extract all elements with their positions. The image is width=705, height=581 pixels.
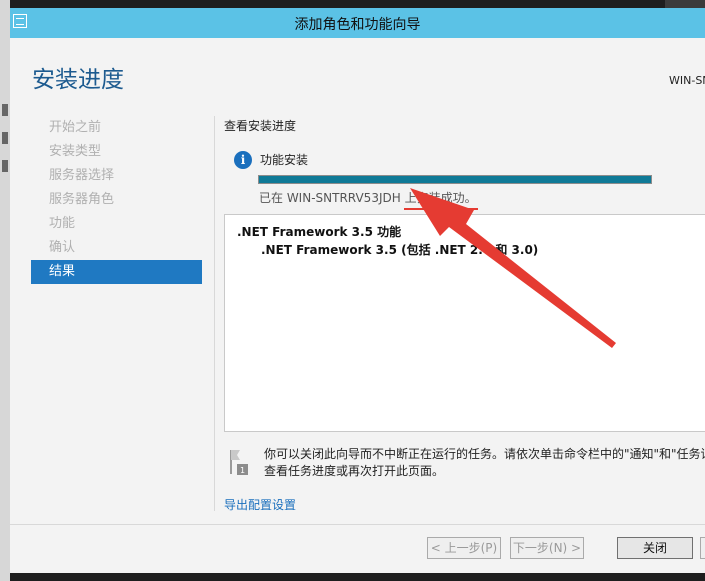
close-wizard-note: 你可以关闭此向导而不中断正在运行的任务。请依次单击命令栏中的"通知"和"任务详 … <box>264 446 705 480</box>
page-title: 安装进度 <box>32 67 124 93</box>
result-feature-group: .NET Framework 3.5 功能 <box>237 225 402 239</box>
svg-text:1: 1 <box>240 466 245 475</box>
wizard-steps-nav: 开始之前 安装类型 服务器选择 服务器角色 功能 确认 结果 <box>31 116 202 284</box>
next-button[interactable]: 下一步(N) > <box>510 537 584 559</box>
feature-installation-label: 功能安装 <box>260 153 309 167</box>
cancel-button-partial[interactable] <box>700 537 705 559</box>
nav-item-installation-type[interactable]: 安装类型 <box>31 140 202 164</box>
nav-item-confirmation[interactable]: 确认 <box>31 236 202 260</box>
desktop-background-left <box>0 0 10 581</box>
window-title: 添加角色和功能向导 <box>294 17 421 33</box>
nav-divider <box>214 116 215 511</box>
section-title: 查看安装进度 <box>224 119 297 133</box>
info-icon: i <box>234 151 252 169</box>
note-line-2: 查看任务进度或再次打开此页面。 <box>264 464 445 478</box>
desktop-icon-fragment <box>2 104 8 116</box>
desktop-icon-fragment <box>2 160 8 172</box>
installation-progress-bar <box>258 175 652 184</box>
result-feature-item: .NET Framework 3.5 (包括 .NET 2.0 和 3.0) <box>261 243 539 257</box>
notification-flag-icon: 1 <box>230 450 248 475</box>
nav-item-server-selection[interactable]: 服务器选择 <box>31 164 202 188</box>
nav-item-server-roles[interactable]: 服务器角色 <box>31 188 202 212</box>
desktop-icon-fragment <box>2 132 8 144</box>
note-line-1: 你可以关闭此向导而不中断正在运行的任务。请依次单击命令栏中的"通知"和"任务详 <box>264 447 705 461</box>
nav-item-results[interactable]: 结果 <box>31 260 202 284</box>
progress-fill <box>259 176 651 183</box>
nav-item-before-you-begin[interactable]: 开始之前 <box>31 116 202 140</box>
footer-divider <box>10 524 705 525</box>
nav-item-features[interactable]: 功能 <box>31 212 202 236</box>
annotation-underline <box>404 208 478 210</box>
wizard-content: 安装进度 WIN-SN 开始之前 安装类型 服务器选择 服务器角色 功能 确认 … <box>10 38 705 573</box>
close-button[interactable]: 关闭 <box>617 537 693 559</box>
installation-status-text: 已在 WIN-SNTRRV53JDH 上安装成功。 <box>259 191 477 205</box>
title-bar[interactable]: 添加角色和功能向导 <box>10 8 705 38</box>
wizard-window: 添加角色和功能向导 安装进度 WIN-SN 开始之前 安装类型 服务器选择 服务… <box>10 8 705 573</box>
destination-server-name: WIN-SN <box>669 74 705 87</box>
export-config-link[interactable]: 导出配置设置 <box>224 496 296 513</box>
previous-button[interactable]: < 上一步(P) <box>427 537 501 559</box>
installation-results-list[interactable]: .NET Framework 3.5 功能 .NET Framework 3.5… <box>224 214 705 432</box>
